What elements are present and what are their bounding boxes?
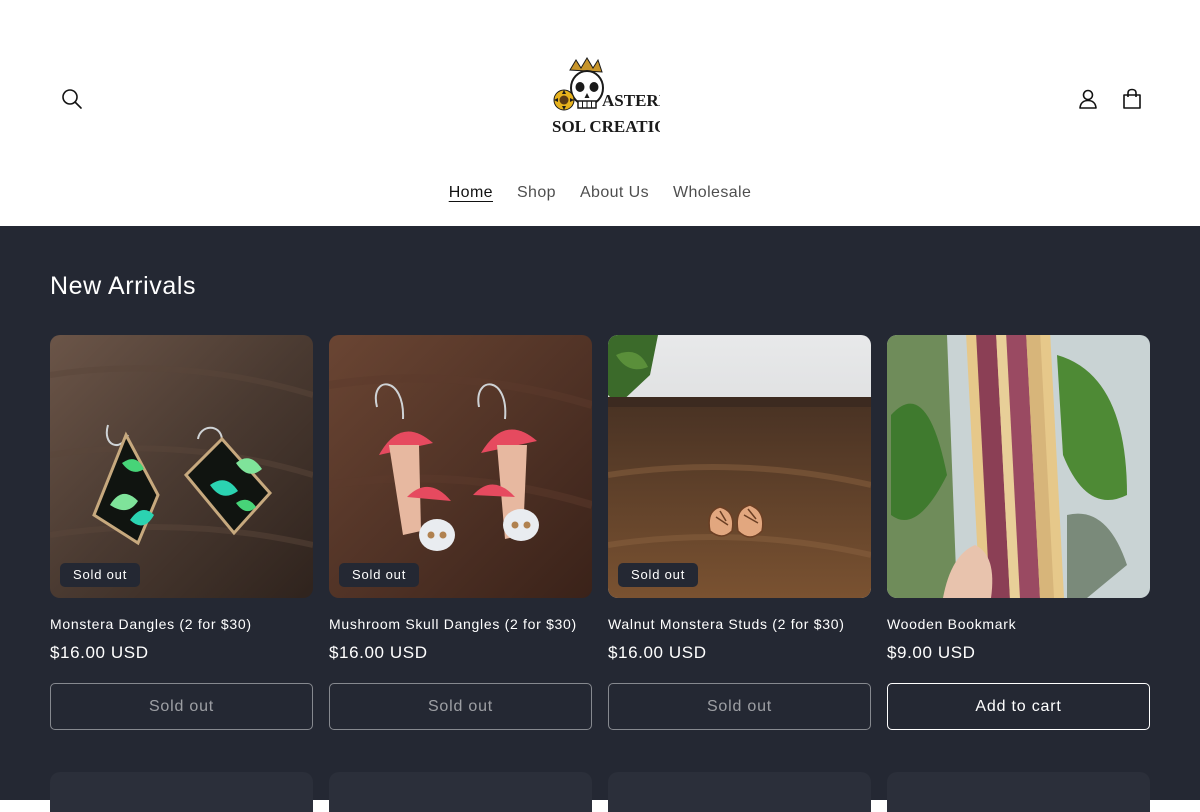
product-image[interactable]: Sold out bbox=[50, 335, 313, 598]
sold-out-button: Sold out bbox=[329, 683, 592, 730]
site-header: ASTERIA SOL CREATIONS Home Shop About Us… bbox=[0, 0, 1200, 226]
monstera-dangles-image bbox=[50, 335, 313, 598]
user-icon bbox=[1079, 89, 1097, 109]
product-title[interactable]: Monstera Dangles (2 for $30) bbox=[50, 615, 313, 633]
nav-shop[interactable]: Shop bbox=[505, 180, 568, 206]
product-price: $9.00 USD bbox=[887, 643, 976, 662]
store-logo[interactable]: ASTERIA SOL CREATIONS bbox=[540, 56, 689, 142]
add-to-cart-button[interactable]: Add to cart bbox=[887, 683, 1150, 730]
nav-home[interactable]: Home bbox=[437, 180, 505, 206]
product-image[interactable] bbox=[887, 335, 1150, 598]
product-image[interactable]: Sold out bbox=[329, 335, 592, 598]
account-button[interactable] bbox=[1066, 77, 1110, 121]
nav-wholesale[interactable]: Wholesale bbox=[661, 180, 763, 206]
product-title[interactable]: Walnut Monstera Studs (2 for $30) bbox=[608, 615, 871, 633]
search-icon bbox=[62, 89, 82, 109]
product-grid: Sold out Monstera Dangles (2 for $30) $1… bbox=[50, 335, 1150, 730]
product-price: $16.00 USD bbox=[329, 643, 428, 662]
product-card[interactable]: Wooden Bookmark $9.00 USD Add to cart bbox=[887, 335, 1150, 730]
product-card-preview bbox=[887, 772, 1150, 812]
nav-about-us[interactable]: About Us bbox=[568, 180, 661, 206]
section-title: New Arrivals bbox=[50, 272, 197, 300]
main-nav: Home Shop About Us Wholesale bbox=[0, 180, 1200, 206]
mushroom-skull-dangles-image bbox=[329, 335, 592, 598]
bag-icon bbox=[1123, 88, 1141, 109]
product-title[interactable]: Wooden Bookmark bbox=[887, 615, 1150, 633]
product-card[interactable]: Sold out Walnut Monstera Studs (2 for $3… bbox=[608, 335, 871, 730]
wooden-bookmark-image bbox=[887, 335, 1150, 598]
sold-out-badge: Sold out bbox=[618, 563, 699, 587]
logo-line2: SOL CREATIONS bbox=[552, 117, 660, 136]
product-image[interactable]: Sold out bbox=[608, 335, 871, 598]
sold-out-badge: Sold out bbox=[339, 563, 420, 587]
product-card-preview bbox=[329, 772, 592, 812]
sold-out-badge: Sold out bbox=[60, 563, 141, 587]
new-arrivals-section: New Arrivals Sold out Monstera Dangles (… bbox=[0, 226, 1200, 812]
logo-line1: ASTERIA bbox=[602, 91, 660, 110]
walnut-monstera-studs-image bbox=[608, 335, 871, 598]
cart-button[interactable] bbox=[1110, 77, 1154, 121]
product-title[interactable]: Mushroom Skull Dangles (2 for $30) bbox=[329, 615, 592, 633]
product-price: $16.00 USD bbox=[608, 643, 707, 662]
product-price: $16.00 USD bbox=[50, 643, 149, 662]
search-button[interactable] bbox=[50, 77, 94, 121]
product-card-preview bbox=[50, 772, 313, 812]
product-card[interactable]: Sold out Mushroom Skull Dangles (2 for $… bbox=[329, 335, 592, 730]
next-row-preview bbox=[50, 772, 1150, 812]
product-card[interactable]: Sold out Monstera Dangles (2 for $30) $1… bbox=[50, 335, 313, 730]
product-card-preview bbox=[608, 772, 871, 812]
sold-out-button: Sold out bbox=[608, 683, 871, 730]
sold-out-button: Sold out bbox=[50, 683, 313, 730]
skull-crown-logo: ASTERIA SOL CREATIONS bbox=[552, 57, 689, 136]
